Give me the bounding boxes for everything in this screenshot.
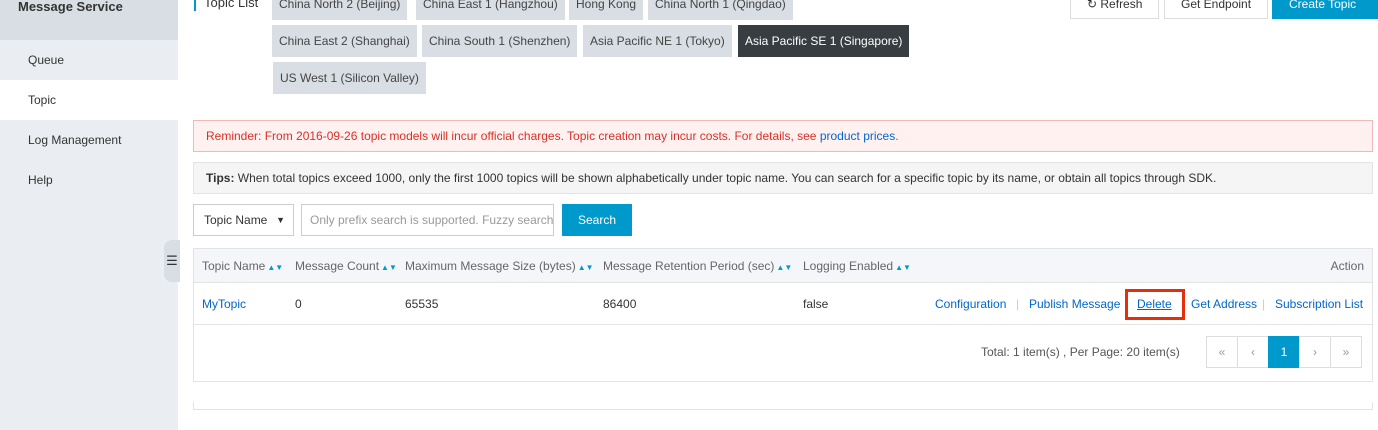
product-prices-link[interactable]: product prices [820, 129, 895, 143]
publish-message-link[interactable]: Publish Message [1029, 284, 1120, 325]
pagination: « ‹ 1 › » [1206, 336, 1362, 368]
region-hong-kong[interactable]: Hong Kong [569, 0, 644, 20]
sort-icon: ▲▼ [895, 263, 911, 272]
column-label: Maximum Message Size (bytes) [405, 259, 576, 273]
create-topic-button[interactable]: Create Topic [1272, 0, 1378, 19]
list-icon: ☰ [166, 253, 178, 268]
column-retention-period[interactable]: Message Retention Period (sec) ▲▼ [603, 249, 792, 285]
column-label: Topic Name [202, 259, 266, 273]
search-field-value: Topic Name [204, 213, 268, 227]
region-china-south-1[interactable]: China South 1 (Shenzhen) [422, 25, 578, 57]
bottom-divider [193, 402, 1373, 410]
subscription-list-link[interactable]: Subscription List [1275, 284, 1363, 325]
sidebar-item-queue[interactable]: Queue [0, 40, 178, 80]
region-asia-pacific-se-1[interactable]: Asia Pacific SE 1 (Singapore) [738, 25, 910, 57]
sidebar-title-text: Message Service [18, 0, 123, 14]
search-field-select[interactable]: Topic Name ▼ [193, 204, 294, 236]
tips-label: Tips: [206, 171, 235, 185]
get-endpoint-button[interactable]: Get Endpoint [1164, 0, 1269, 19]
refresh-label: Refresh [1100, 0, 1143, 11]
pagination-total: Total: 1 item(s) , Per Page: 20 item(s) [981, 345, 1180, 359]
reminder-banner: Reminder: From 2016-09-26 topic models w… [193, 120, 1373, 152]
page-1-button[interactable]: 1 [1268, 336, 1300, 368]
region-china-east-2[interactable]: China East 2 (Shanghai) [272, 25, 417, 57]
separator: | [1016, 297, 1020, 311]
sidebar: Message Service Queue Topic Log Manageme… [0, 0, 178, 430]
sidebar-item-help[interactable]: Help [0, 160, 178, 200]
prev-page-button[interactable]: ‹ [1237, 336, 1269, 368]
configuration-link[interactable]: Configuration [935, 284, 1006, 325]
table-header: Topic Name ▲▼ Message Count ▲▼ Maximum Mes… [194, 249, 1372, 283]
refresh-button[interactable]: ↻ Refresh [1070, 0, 1160, 19]
first-page-button[interactable]: « [1206, 336, 1238, 368]
next-page-button[interactable]: › [1299, 336, 1331, 368]
last-page-button[interactable]: » [1330, 336, 1362, 368]
max-size-cell: 65535 [405, 297, 439, 311]
tips-text: When total topics exceed 1000, only the … [234, 171, 1217, 185]
region-china-east-1[interactable]: China East 1 (Hangzhou) [416, 0, 565, 20]
logging-cell: false [803, 297, 829, 311]
table-row: MyTopic 0 65535 86400 false Configuratio… [194, 284, 1372, 325]
sidebar-title: Message Service [0, 0, 178, 40]
sort-icon: ▲▼ [381, 263, 397, 272]
column-label: Logging Enabled [803, 259, 894, 273]
tips-banner: Tips: When total topics exceed 1000, onl… [193, 162, 1373, 194]
column-message-count[interactable]: Message Count ▲▼ [295, 249, 397, 285]
delete-link[interactable]: Delete [1137, 284, 1172, 325]
message-count-cell: 0 [295, 297, 302, 311]
caret-down-icon: ▼ [276, 215, 285, 225]
sort-icon: ▲▼ [776, 263, 793, 272]
topic-list-label: Topic List [194, 0, 258, 11]
region-asia-pacific-ne-1[interactable]: Asia Pacific NE 1 (Tokyo) [583, 25, 732, 57]
topic-name-link[interactable]: MyTopic [202, 284, 246, 325]
column-label: Message Retention Period (sec) [603, 259, 775, 273]
sort-icon: ▲▼ [267, 263, 284, 272]
column-action: Action [1330, 259, 1364, 273]
search-button[interactable]: Search [562, 204, 632, 236]
column-logging-enabled[interactable]: Logging Enabled ▲▼ [803, 249, 911, 285]
topic-table: Topic Name ▲▼ Message Count ▲▼ Maximum Mes… [193, 248, 1373, 382]
column-max-message-size[interactable]: Maximum Message Size (bytes) ▲▼ [405, 249, 594, 285]
region-china-north-1[interactable]: China North 1 (Qingdao) [648, 0, 793, 20]
reminder-suffix: . [895, 129, 899, 143]
separator: | [1262, 297, 1266, 311]
column-topic-name[interactable]: Topic Name ▲▼ [202, 249, 283, 285]
sidebar-item-topic[interactable]: Topic [0, 80, 178, 120]
main-content: Topic List China North 2 (Beijing) China… [178, 0, 1378, 430]
region-china-north-2[interactable]: China North 2 (Beijing) [272, 0, 408, 20]
region-us-west-1[interactable]: US West 1 (Silicon Valley) [273, 62, 426, 94]
reminder-text: Reminder: From 2016-09-26 topic models w… [206, 129, 820, 143]
retention-cell: 86400 [603, 297, 637, 311]
sort-icon: ▲▼ [577, 263, 594, 272]
refresh-icon: ↻ [1087, 0, 1101, 11]
get-address-link[interactable]: Get Address [1191, 284, 1257, 325]
search-input[interactable]: Only prefix search is supported. Fuzzy s… [301, 204, 554, 236]
sidebar-item-log-management[interactable]: Log Management [0, 120, 178, 160]
column-label: Message Count [295, 259, 380, 273]
